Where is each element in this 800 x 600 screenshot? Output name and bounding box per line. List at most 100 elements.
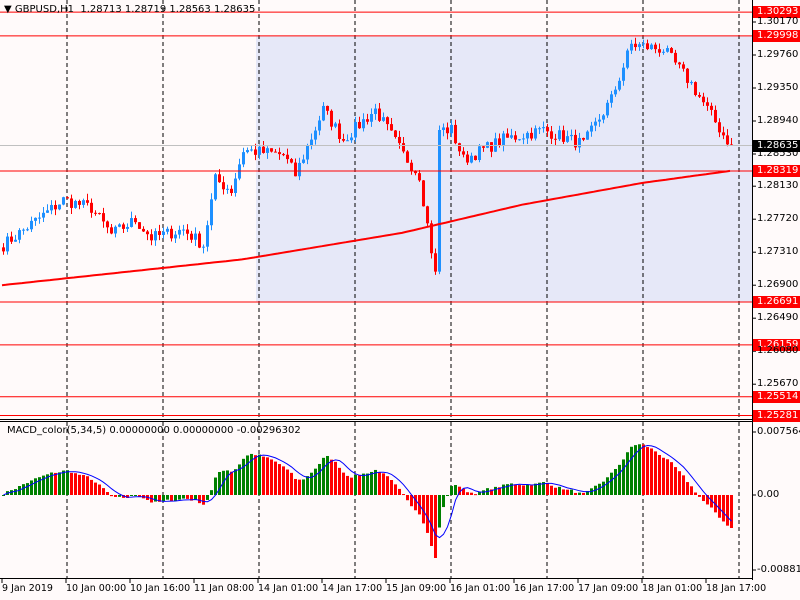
candle-body [302,159,305,163]
candle-body [538,128,541,130]
candle-body [262,146,265,153]
candle-body [626,50,629,68]
macd-bar [398,488,401,495]
macd-bar [514,484,517,495]
macd-bar [234,469,237,495]
candle-body [698,95,701,97]
candle-body [710,105,713,110]
candle-body [210,199,213,226]
macd-bar [718,495,721,518]
macd-bar [366,473,369,495]
candle-body [410,162,413,172]
macd-bar [274,461,277,495]
candle-body [566,136,569,142]
macd-bar [294,478,297,495]
macd-bar [338,467,341,495]
macd-bar [310,472,313,495]
macd-value-2: 0.00000000 [173,425,234,436]
macd-bar [530,485,533,495]
candle-body [718,122,721,133]
candle-body [726,135,729,145]
candle-body [674,52,677,63]
macd-bar [334,461,337,495]
macd-bar [110,495,113,497]
macd-bar [658,454,661,495]
macd-bar [130,495,133,496]
candle-body [2,247,5,252]
macd-bar [322,457,325,495]
candle-body [106,221,109,228]
collapse-triangle-icon[interactable]: ▼ [4,4,12,15]
macd-bar [86,476,89,495]
chart-canvas[interactable] [0,0,800,600]
candle-body [386,117,389,125]
price-axis-label: 1.29760 [757,49,799,60]
price-axis-label: 1.25670 [757,378,799,390]
macd-bar [98,484,101,495]
candle-body [322,105,325,121]
macd-bar [118,495,121,497]
horizontal-line-price-label: 1.25514 [753,390,800,403]
time-axis-label: 15 Jan 09:00 [386,583,447,594]
candle-body [422,180,425,207]
candle-body [366,119,369,122]
candle-body [266,148,269,153]
candle-body [458,143,461,152]
candle-body [78,200,81,205]
macd-bar [362,473,365,495]
macd-bar [558,486,561,495]
macd-bar [346,475,349,495]
candle-body [506,133,509,138]
candle-body [206,225,209,247]
price-axis-label: 1.27720 [757,213,799,225]
candle-body [250,149,253,151]
macd-bar [378,472,381,495]
candle-body [126,226,129,229]
macd-bar [630,446,633,495]
candle-body [42,212,45,218]
macd-bar [382,473,385,495]
macd-bar [566,489,569,495]
macd-bar [674,467,677,495]
candle-body [282,154,285,156]
candle-body [342,138,345,141]
time-axis-label: 16 Jan 01:00 [450,583,511,594]
time-axis-label: 18 Jan 17:00 [706,583,767,594]
macd-bar [82,475,85,495]
candle-body [454,124,457,144]
candle-body [570,134,573,137]
macd-bar [666,459,669,495]
candle-body [286,154,289,160]
candle-body [18,230,21,240]
macd-bar [726,495,729,526]
candle-body [542,127,545,129]
time-axis-label: 10 Jan 16:00 [130,583,191,594]
macd-bar [470,492,473,495]
macd-bar [570,489,573,495]
current-price-label: 1.28635 [753,139,800,152]
candle-body [606,102,609,116]
candle-body [350,137,353,141]
candle-body [86,200,89,203]
candle-body [234,178,237,194]
macd-bar [574,492,577,495]
macd-bar [622,459,625,495]
macd-bar [174,495,177,502]
candle-body [722,132,725,136]
macd-bar [62,470,65,495]
macd-bar [642,444,645,495]
macd-bar [254,455,257,495]
macd-bar [638,444,641,495]
macd-bar [290,472,293,495]
candle-body [230,188,233,194]
macd-bar [278,464,281,495]
candle-body [514,135,517,140]
candle-body [246,150,249,153]
macd-bar [438,495,441,528]
candle-body [690,82,693,84]
macd-bar [546,482,549,495]
horizontal-line-price-label: 1.29998 [753,29,800,42]
time-axis-label: 10 Jan 00:00 [66,583,127,594]
candle-body [278,152,281,155]
macd-bar [602,481,605,495]
